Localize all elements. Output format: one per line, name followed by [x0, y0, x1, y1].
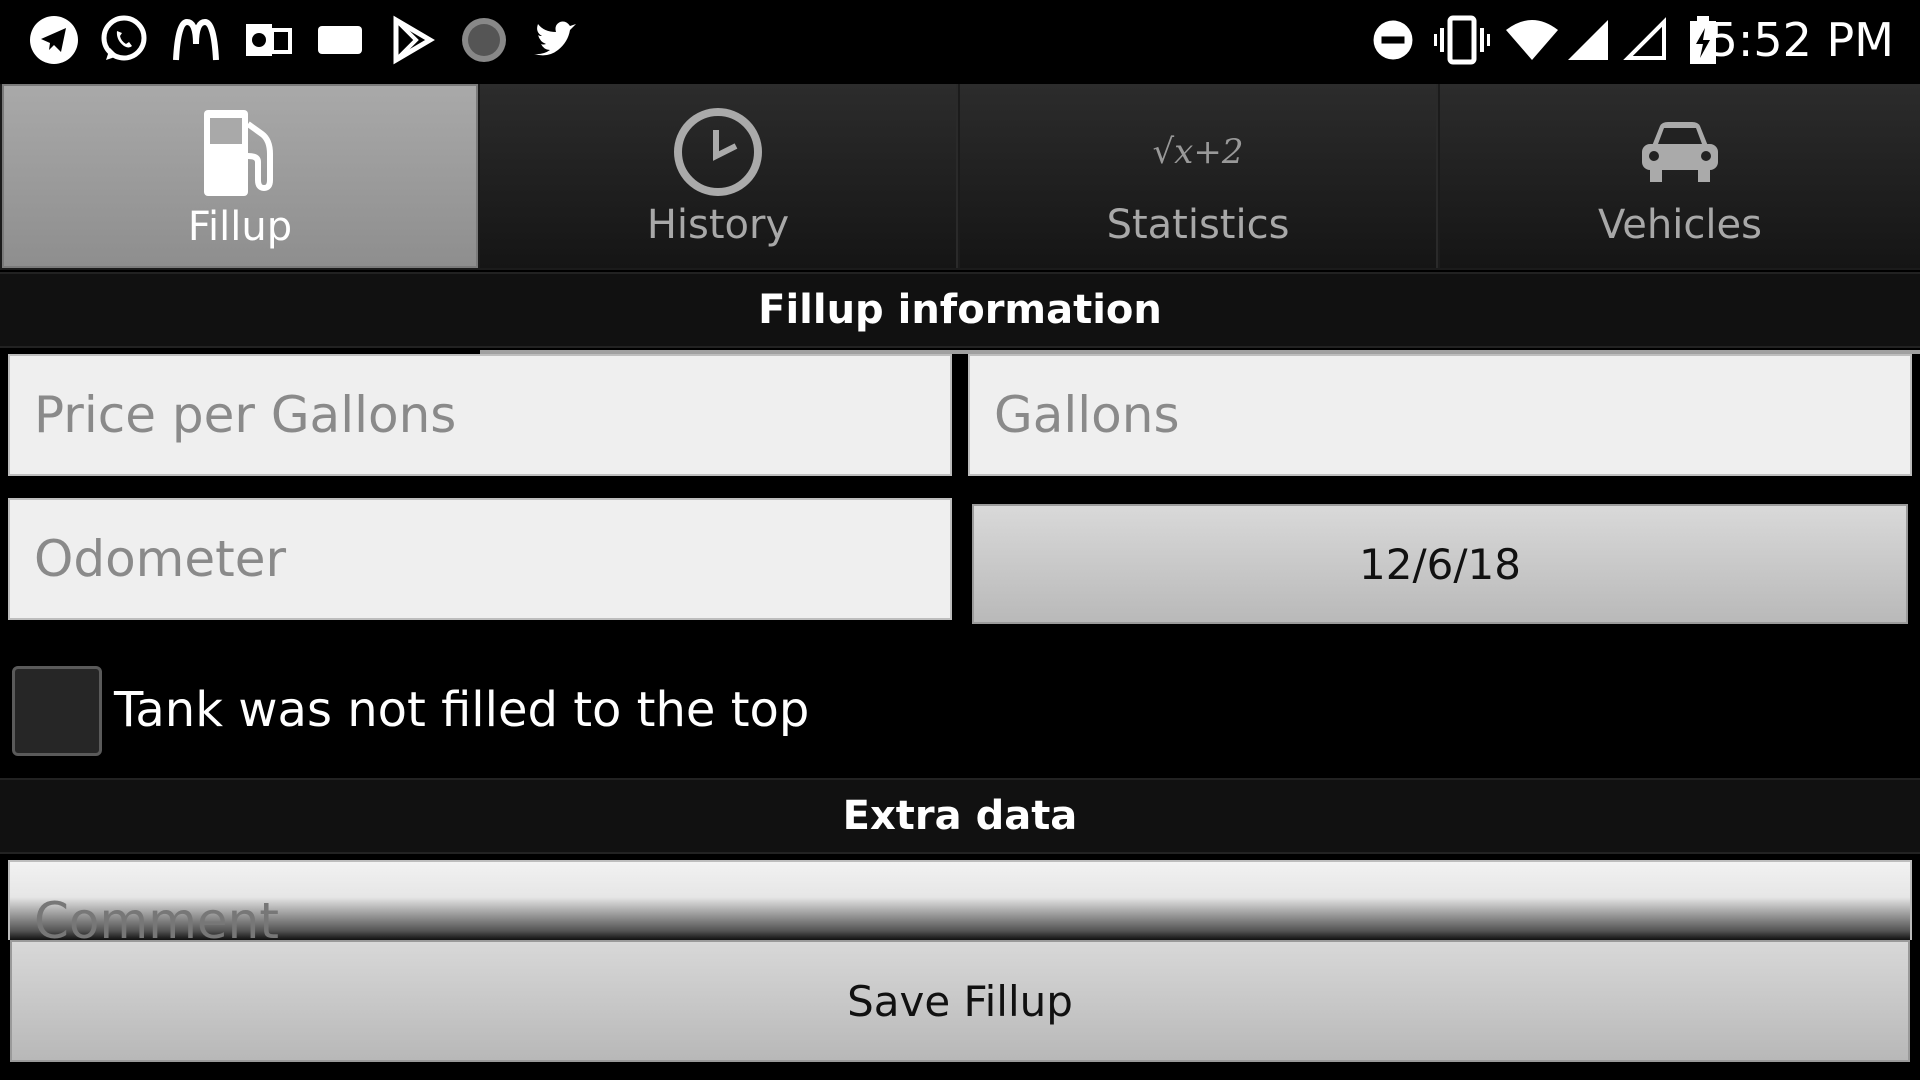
- tank-not-full-checkbox[interactable]: [12, 666, 102, 756]
- tab-history[interactable]: History: [480, 84, 958, 268]
- car-icon: [1642, 122, 1718, 182]
- odometer-placeholder: Odometer: [34, 530, 287, 588]
- tab-label: Fillup: [187, 204, 293, 250]
- signal-icon: [1568, 20, 1608, 60]
- fuel-pump-icon: [204, 110, 273, 196]
- gallons-placeholder: Gallons: [994, 386, 1180, 444]
- section-header-extra-data: Extra data: [0, 778, 1920, 854]
- signal-empty-icon: [1623, 17, 1666, 60]
- tab-fillup[interactable]: Fillup: [2, 84, 478, 268]
- circle-app-icon: [462, 18, 506, 62]
- comment-input[interactable]: Comment: [8, 860, 1912, 940]
- save-fillup-label: Save Fillup: [847, 976, 1073, 1026]
- status-bar: 5:52 PM: [0, 0, 1920, 84]
- clock-time: 5:52 PM: [1708, 13, 1894, 67]
- outlook-icon: [246, 24, 292, 56]
- tab-label: Statistics: [1106, 202, 1290, 248]
- play-store-icon: [393, 15, 435, 65]
- tab-vehicles[interactable]: Vehicles: [1440, 84, 1920, 268]
- comment-placeholder: Comment: [34, 892, 279, 940]
- whatsapp-icon: [101, 15, 147, 61]
- gallons-input[interactable]: Gallons: [968, 354, 1912, 476]
- twitter-icon: [534, 21, 576, 56]
- do-not-disturb-icon: [1373, 20, 1413, 60]
- tab-label: Vehicles: [1598, 202, 1762, 248]
- tab-bar: Fillup History √x+2 Statistics Vehicles: [0, 84, 1920, 354]
- tab-label: History: [646, 202, 790, 248]
- section-header-fillup-info: Fillup information: [0, 272, 1920, 348]
- odometer-input[interactable]: Odometer: [8, 498, 952, 620]
- tab-statistics[interactable]: √x+2 Statistics: [960, 84, 1438, 268]
- telegram-icon: [30, 16, 78, 64]
- sqrt-formula-icon: √x+2: [1152, 132, 1244, 172]
- vibrate-icon: [1434, 15, 1490, 65]
- save-fillup-button[interactable]: Save Fillup: [10, 940, 1910, 1062]
- mcdonalds-icon: [173, 18, 219, 61]
- price-per-gallon-input[interactable]: Price per Gallons: [8, 354, 952, 476]
- tank-not-full-label[interactable]: Tank was not filled to the top: [114, 682, 809, 738]
- date-value: 12/6/18: [1359, 539, 1521, 589]
- message-icon: [318, 26, 362, 54]
- clock-icon: [674, 108, 762, 196]
- wifi-icon: [1506, 20, 1558, 60]
- price-placeholder: Price per Gallons: [34, 386, 457, 444]
- date-picker-button[interactable]: 12/6/18: [972, 504, 1908, 624]
